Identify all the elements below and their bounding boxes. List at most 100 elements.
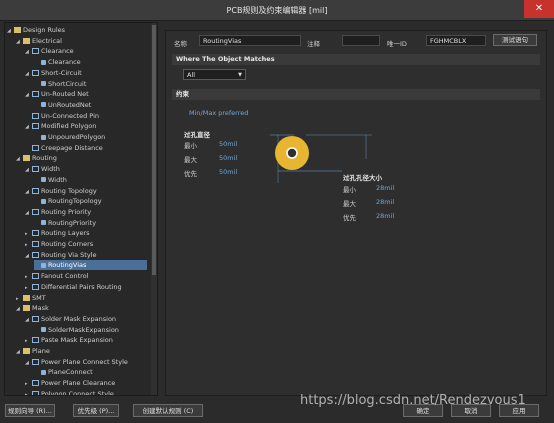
rule-type-icon (32, 69, 39, 76)
tree-item[interactable]: RoutingVias (34, 260, 147, 271)
hole-size-min-value[interactable]: 28mil (376, 184, 394, 192)
priorities-button[interactable]: 优先级 (P)... (73, 404, 119, 417)
tree-item[interactable]: UnpouredPolygon (34, 132, 105, 142)
test-query-button[interactable]: 测试语句 (493, 34, 537, 46)
expand-arrow-icon[interactable]: ▸ (25, 336, 32, 346)
unique-id-field[interactable]: FGHMCBLX (426, 35, 486, 46)
hole-size-title: 过孔孔径大小 (343, 174, 382, 182)
tree-item[interactable]: ◢ Plane (16, 346, 50, 356)
expand-arrow-icon[interactable]: ◢ (25, 251, 32, 261)
expand-arrow-icon[interactable]: ▸ (25, 240, 32, 250)
tree-scrollbar[interactable] (151, 23, 157, 395)
via-diameter-preferred-value[interactable]: 50mil (219, 168, 237, 176)
tree-item[interactable]: ShortCircuit (34, 79, 86, 89)
expand-arrow-icon[interactable]: ◢ (16, 37, 23, 47)
rule-icon (41, 262, 46, 268)
expand-arrow-icon[interactable]: ▸ (25, 283, 32, 293)
tree-item[interactable]: ◢ Short-Circuit (25, 68, 82, 78)
tree-item[interactable]: RoutingPriority (34, 218, 96, 228)
tree-item[interactable]: ◢ Electrical (16, 36, 62, 46)
tree-item-label: Un-Routed Net (41, 90, 89, 99)
tree-item[interactable]: ▸ Differential Pairs Routing (25, 282, 122, 292)
name-field[interactable]: RoutingVias (199, 35, 301, 46)
tree-item[interactable]: PlaneConnect (34, 367, 93, 377)
tree-item[interactable]: Un-Connected Pin (25, 111, 99, 121)
tree-item[interactable]: Clearance (34, 57, 81, 67)
tree-item-label: Power Plane Connect Style (41, 357, 128, 366)
close-button[interactable]: ✕ (524, 0, 554, 18)
hole-size-max-value[interactable]: 28mil (376, 198, 394, 206)
tree-item[interactable]: ◢ Clearance (25, 46, 74, 56)
expand-arrow-icon[interactable]: ◢ (25, 315, 32, 325)
tree-item[interactable]: ◢ Routing Via Style (25, 250, 96, 260)
tree-item[interactable]: ◢ Solder Mask Expansion (25, 314, 116, 324)
expand-arrow-icon[interactable]: ◢ (25, 122, 32, 132)
tree-item[interactable]: Width (34, 175, 67, 185)
expand-arrow-icon[interactable]: ◢ (25, 187, 32, 197)
rule-editor-panel: 名称 RoutingVias 注释 唯一ID FGHMCBLX 测试语句 Whe… (165, 30, 547, 396)
expand-arrow-icon[interactable]: ◢ (7, 26, 14, 36)
tree-item[interactable]: SolderMaskExpansion (34, 325, 119, 335)
rule-icon (41, 369, 46, 375)
tree-item-label: Differential Pairs Routing (41, 282, 122, 291)
rule-type-icon (32, 251, 39, 258)
tree-item-label: Un-Connected Pin (41, 111, 99, 120)
via-diameter-max-value[interactable]: 50mil (219, 154, 237, 162)
tree-item[interactable]: ▸ Routing Layers (25, 228, 90, 238)
rule-type-icon (32, 187, 39, 194)
folder-icon (23, 305, 30, 312)
rule-type-icon (32, 166, 39, 173)
rule-type-icon (32, 241, 39, 247)
comment-field[interactable] (342, 35, 380, 46)
expand-arrow-icon[interactable]: ◢ (16, 347, 23, 357)
expand-arrow-icon[interactable]: ◢ (25, 69, 32, 79)
tree-item-label: Solder Mask Expansion (41, 314, 117, 323)
hole-size-preferred-label: 优先 (343, 214, 356, 222)
rule-wizard-button[interactable]: 规则向导 (R)... (5, 404, 55, 417)
tree-item[interactable]: UnRoutedNet (34, 100, 91, 110)
rule-type-icon (32, 48, 39, 55)
tree-item[interactable]: ◢ Design Rules (7, 25, 65, 35)
tree-item[interactable]: ▸ Paste Mask Expansion (25, 335, 113, 345)
expand-arrow-icon[interactable]: ◢ (25, 90, 32, 100)
tree-item-label: Mask (32, 304, 49, 313)
tree-item-label: Width (48, 175, 67, 184)
expand-arrow-icon[interactable]: ◢ (25, 208, 32, 218)
rule-type-icon (32, 390, 39, 395)
tree-item[interactable]: ▸ Power Plane Clearance (25, 378, 115, 388)
expand-arrow-icon[interactable]: ▸ (16, 294, 23, 304)
tree-item[interactable]: ▸ Routing Corners (25, 239, 93, 249)
rule-type-icon (32, 358, 39, 365)
expand-arrow-icon[interactable]: ◢ (25, 47, 32, 57)
tree-item[interactable]: ◢ Routing (16, 153, 57, 163)
tree-item[interactable]: ◢ Mask (16, 303, 49, 313)
expand-arrow-icon[interactable]: ▸ (25, 229, 32, 239)
tree-item[interactable]: ◢ Un-Routed Net (25, 89, 89, 99)
watermark-url: https://blog.csdn.net/Rendezvous1 (300, 393, 526, 408)
via-diameter-min-value[interactable]: 50mil (219, 140, 237, 148)
tree-item[interactable]: ◢ Width (25, 164, 60, 174)
hole-size-preferred-value[interactable]: 28mil (376, 212, 394, 220)
tree-item[interactable]: ▸ SMT (16, 293, 46, 303)
rule-tree[interactable]: ◢ Design Rules ◢ Electrical ◢ Clearance Cleara… (4, 22, 158, 396)
tree-item[interactable]: Creepage Distance (25, 143, 103, 153)
match-dropdown[interactable]: All ▼ (183, 69, 246, 80)
chevron-down-icon: ▼ (238, 72, 242, 78)
create-default-rules-button[interactable]: 创建默认规则 (C) (133, 404, 203, 417)
tree-item[interactable]: ◢ Routing Topology (25, 186, 97, 196)
expand-arrow-icon[interactable]: ◢ (16, 304, 23, 314)
expand-arrow-icon[interactable]: ▸ (25, 379, 32, 389)
tree-item[interactable]: RoutingTopology (34, 196, 102, 206)
expand-arrow-icon[interactable]: ◢ (25, 358, 32, 368)
tree-item[interactable]: ◢ Modified Polygon (25, 121, 96, 131)
tree-item[interactable]: ◢ Power Plane Connect Style (25, 357, 128, 367)
tree-item[interactable]: ▸ Fanout Control (25, 271, 88, 281)
tree-item[interactable]: ▸ Polygon Connect Style (25, 389, 114, 395)
expand-arrow-icon[interactable]: ◢ (16, 154, 23, 164)
rule-type-icon (32, 337, 39, 344)
tree-scrollbar-thumb[interactable] (152, 25, 156, 275)
expand-arrow-icon[interactable]: ▸ (25, 390, 32, 395)
tree-item[interactable]: ◢ Routing Priority (25, 207, 91, 217)
expand-arrow-icon[interactable]: ▸ (25, 272, 32, 282)
expand-arrow-icon[interactable]: ◢ (25, 165, 32, 175)
